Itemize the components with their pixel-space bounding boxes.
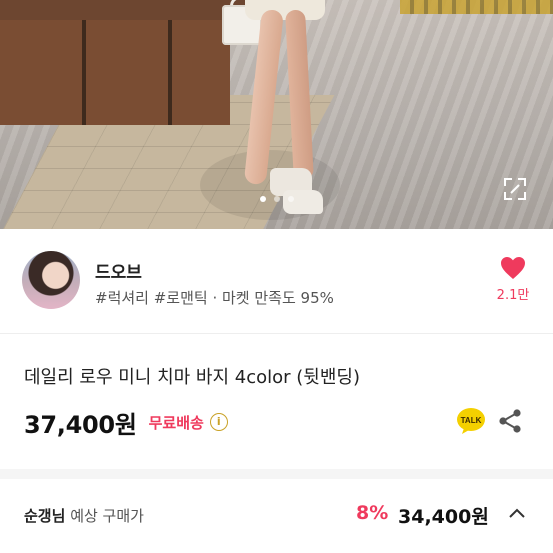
info-icon[interactable]: i xyxy=(209,413,228,431)
shoe xyxy=(283,190,323,214)
section-separator xyxy=(0,469,553,479)
seller-tags: #럭셔리 #로맨틱 · 마켓 만족도 95% xyxy=(95,289,334,307)
product-title: 데일리 로우 미니 치마 바지 4color (뒷밴딩) xyxy=(24,367,360,388)
kakao-talk-icon[interactable]: TALK xyxy=(456,406,486,436)
carousel-dot[interactable] xyxy=(287,196,294,202)
carousel-dots xyxy=(0,196,553,202)
tactile-strip xyxy=(400,0,553,14)
estimated-price-label: 순갱님 예상 구매가 xyxy=(24,505,144,526)
product-price: 37,400원 xyxy=(24,410,137,439)
user-name: 순갱님 xyxy=(24,507,66,525)
wall-top xyxy=(0,0,260,20)
chevron-up-icon[interactable] xyxy=(507,506,527,520)
free-shipping-label: 무료배송 xyxy=(148,413,204,432)
seller-info[interactable]: 드오브 #럭셔리 #로맨틱 · 마켓 만족도 95% 2.1만 xyxy=(0,229,553,333)
talk-label: TALK xyxy=(461,416,482,425)
price-row: 37,400원 무료배송 i xyxy=(24,406,228,439)
carousel-dot[interactable] xyxy=(259,196,266,202)
divider xyxy=(0,333,553,334)
like-count: 2.1만 xyxy=(496,288,530,303)
seller-name[interactable]: 드오브 xyxy=(95,258,142,283)
heart-icon xyxy=(501,257,525,279)
discount-rate: 8% xyxy=(356,502,389,524)
product-image[interactable] xyxy=(0,0,553,229)
avatar[interactable] xyxy=(22,251,80,309)
carousel-dot[interactable] xyxy=(273,196,280,202)
expand-icon[interactable] xyxy=(502,176,528,202)
final-price: 34,400원 xyxy=(398,506,489,528)
estimate-text: 예상 구매가 xyxy=(70,507,144,525)
share-icon[interactable] xyxy=(498,408,522,434)
like-button[interactable]: 2.1만 xyxy=(493,256,533,303)
